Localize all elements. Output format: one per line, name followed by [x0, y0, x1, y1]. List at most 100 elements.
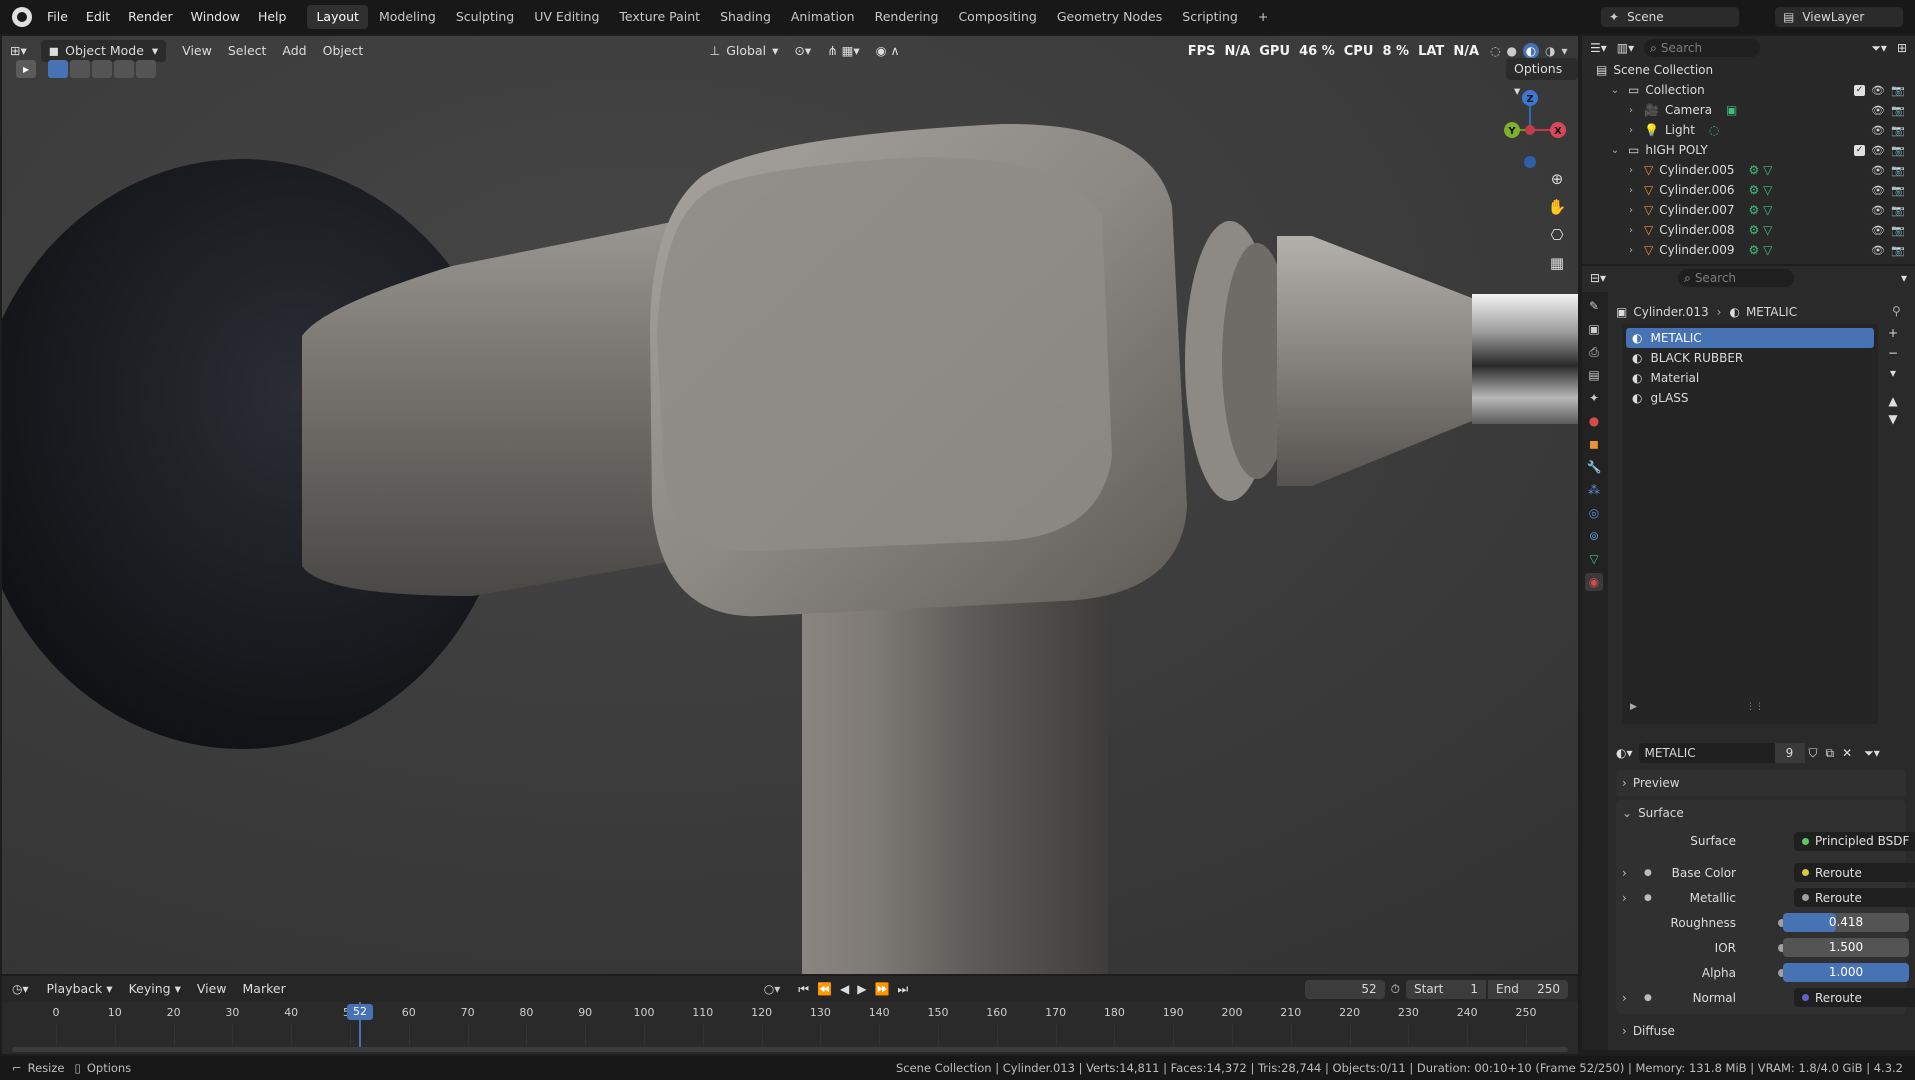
outliner-root-row[interactable]: ▤ Scene Collection — [1582, 60, 1915, 80]
display-mode-icon[interactable]: ▥▾ — [1617, 41, 1634, 55]
jump-end-icon[interactable]: ⏭ — [897, 982, 908, 997]
eye-icon[interactable]: 👁 — [1871, 244, 1885, 257]
navigation-gizmo[interactable]: Z X Y — [1488, 88, 1572, 172]
jump-keyframe-forward-icon[interactable]: ⏩ — [874, 982, 889, 996]
camera-render-icon[interactable]: 📷 — [1891, 184, 1905, 197]
material-name-field[interactable]: METALIC — [1638, 743, 1775, 763]
surface-shader-field[interactable]: Principled BSDF — [1794, 831, 1915, 851]
camera-render-icon[interactable]: 📷 — [1891, 104, 1905, 117]
material-tab-icon[interactable]: ◉ — [1585, 573, 1603, 591]
properties-editor-icon[interactable]: ⊟▾ — [1590, 271, 1606, 285]
view-layer-tab-icon[interactable]: ▤ — [1585, 366, 1603, 384]
rendered-shading-icon[interactable]: ◑ — [1545, 44, 1555, 58]
eye-icon[interactable]: 👁 — [1871, 184, 1885, 197]
options-dropdown[interactable]: Options ▾ — [1506, 58, 1578, 98]
eye-icon[interactable]: 👁 — [1871, 124, 1885, 137]
perspective-toggle-icon[interactable]: ▦ — [1542, 254, 1572, 282]
exclude-checkbox[interactable]: ✓ — [1854, 144, 1865, 156]
duplicate-material-icon[interactable]: ⧉ — [1826, 746, 1835, 761]
world-tab-icon[interactable]: ● — [1585, 412, 1603, 430]
constraints-tab-icon[interactable]: ⊚ — [1585, 527, 1603, 545]
end-frame-field[interactable]: End 250 — [1488, 979, 1568, 999]
material-slot[interactable]: ◐ gLASS — [1626, 388, 1874, 408]
property-link-field[interactable]: Reroute — [1794, 988, 1915, 1007]
pivot-point-icon[interactable]: ⊙▾ — [786, 40, 819, 62]
outliner-object-row[interactable]: › 🎥 Camera ▣ 👁 📷 — [1582, 100, 1915, 120]
camera-render-icon[interactable]: 📷 — [1891, 244, 1905, 257]
outliner-editor-icon[interactable]: ☰▾ — [1590, 41, 1607, 55]
play-reverse-icon[interactable]: ◀ — [840, 982, 849, 996]
physics-tab-icon[interactable]: ◎ — [1585, 504, 1603, 522]
wireframe-shading-icon[interactable]: ◌ — [1490, 44, 1500, 58]
chevron-right-icon[interactable]: › — [1624, 185, 1638, 196]
eye-icon[interactable]: 👁 — [1871, 84, 1885, 97]
modifier-tab-icon[interactable]: 🔧 — [1585, 458, 1603, 476]
property-link-field[interactable]: Reroute — [1794, 863, 1915, 882]
eye-icon[interactable]: 👁 — [1871, 104, 1885, 117]
render-tab-icon[interactable]: ▣ — [1585, 320, 1603, 338]
property-link-field[interactable]: Reroute — [1794, 888, 1915, 907]
material-browse-icon[interactable]: ◐▾ — [1616, 746, 1633, 760]
outliner-search[interactable]: ⌕ Search — [1644, 39, 1761, 57]
eye-icon[interactable]: 👁 — [1871, 204, 1885, 217]
menu-edit[interactable]: Edit — [77, 6, 119, 28]
jump-keyframe-back-icon[interactable]: ⏪ — [817, 982, 832, 996]
tab-texture-paint[interactable]: Texture Paint — [610, 5, 709, 29]
particles-tab-icon[interactable]: ⁂ — [1585, 481, 1603, 499]
select-mode-intersect-icon[interactable] — [136, 60, 156, 78]
eye-icon[interactable]: 👁 — [1871, 144, 1885, 157]
proportional-edit-icon[interactable]: ◉ ∧ — [868, 40, 908, 62]
current-frame-field[interactable]: 52 — [1304, 979, 1385, 999]
timeline-scrollbar[interactable] — [12, 1047, 1568, 1052]
outliner-object-row[interactable]: › ▽ Cylinder.008 ⚙ ▽ 👁 📷 — [1582, 220, 1915, 240]
scene-tab-icon[interactable]: ✦ — [1585, 389, 1603, 407]
zoom-icon[interactable]: ⊕ — [1542, 170, 1572, 198]
select-mode-subtract-icon[interactable] — [92, 60, 112, 78]
viewport-menu-view[interactable]: View — [174, 40, 220, 62]
chevron-right-icon[interactable]: › — [1624, 165, 1638, 176]
outliner-object-row[interactable]: › ▽ Cylinder.007 ⚙ ▽ 👁 📷 — [1582, 200, 1915, 220]
outliner-object-row[interactable]: › ▽ Cylinder.005 ⚙ ▽ 👁 📷 — [1582, 160, 1915, 180]
chevron-right-icon[interactable]: › — [1622, 991, 1627, 1005]
viewport-menu-add[interactable]: Add — [274, 40, 314, 62]
auto-keying-icon[interactable]: ○▾ — [764, 982, 781, 996]
filter-icon[interactable]: ⏷▾ — [1871, 41, 1887, 56]
jump-start-icon[interactable]: ⏮ — [798, 982, 809, 997]
chevron-right-icon[interactable]: › — [1624, 105, 1638, 116]
data-tab-icon[interactable]: ▽ — [1585, 550, 1603, 568]
frame-ruler[interactable]: 0102030405060708090100110120130140150160… — [2, 1002, 1578, 1054]
preview-panel-header[interactable]: › Preview — [1616, 770, 1906, 796]
properties-search[interactable]: ⌕ Search — [1678, 269, 1795, 287]
tool-tab-icon[interactable]: ✎ — [1585, 297, 1603, 315]
property-number-field[interactable]: 1.000 — [1783, 963, 1909, 982]
snap-icon[interactable]: ⋔ ▦▾ — [819, 40, 868, 62]
select-tool-icon[interactable]: ▸ — [16, 60, 36, 78]
outliner-object-row[interactable]: › ▽ Cylinder.009 ⚙ ▽ 👁 📷 — [1582, 240, 1915, 260]
chevron-down-icon[interactable]: ⌄ — [1608, 85, 1622, 96]
camera-render-icon[interactable]: 📷 — [1891, 204, 1905, 217]
add-slot-icon[interactable]: + — [1882, 326, 1904, 346]
blender-logo-icon[interactable] — [12, 7, 32, 27]
material-slot[interactable]: ◐ BLACK RUBBER — [1626, 348, 1874, 368]
eye-icon[interactable]: 👁 — [1871, 164, 1885, 177]
slot-specials-icon[interactable]: ▾ — [1882, 366, 1904, 394]
menu-file[interactable]: File — [38, 6, 77, 28]
material-shading-icon[interactable]: ◐ — [1523, 43, 1540, 59]
chevron-down-icon[interactable]: ▾ — [1901, 271, 1907, 285]
tab-rendering[interactable]: Rendering — [866, 5, 948, 29]
camera-render-icon[interactable]: 📷 — [1891, 224, 1905, 237]
timeline-menu-marker[interactable]: Marker — [235, 978, 294, 1000]
start-frame-field[interactable]: Start 1 — [1406, 979, 1486, 999]
timeline-menu-view[interactable]: View — [189, 978, 235, 1000]
3d-viewport[interactable]: ⊞▾ ◼ Object Mode ▾ View Select Add Object ⊥… — [2, 36, 1578, 974]
tab-shading[interactable]: Shading — [711, 5, 780, 29]
fake-user-shield-icon[interactable]: ⛉ — [1809, 746, 1818, 761]
timeline-menu-keying[interactable]: Keying ▾ — [121, 978, 189, 1000]
play-icon[interactable]: ▶ — [857, 982, 866, 996]
playhead-frame-label[interactable]: 52 — [347, 1004, 373, 1020]
pan-hand-icon[interactable]: ✋ — [1542, 198, 1572, 226]
tab-modeling[interactable]: Modeling — [370, 5, 445, 29]
material-user-count[interactable]: 9 — [1774, 743, 1805, 763]
collection-row[interactable]: ⌄ ▭ Collection ✓ 👁 📷 — [1582, 80, 1915, 100]
camera-render-icon[interactable]: 📷 — [1891, 84, 1905, 97]
